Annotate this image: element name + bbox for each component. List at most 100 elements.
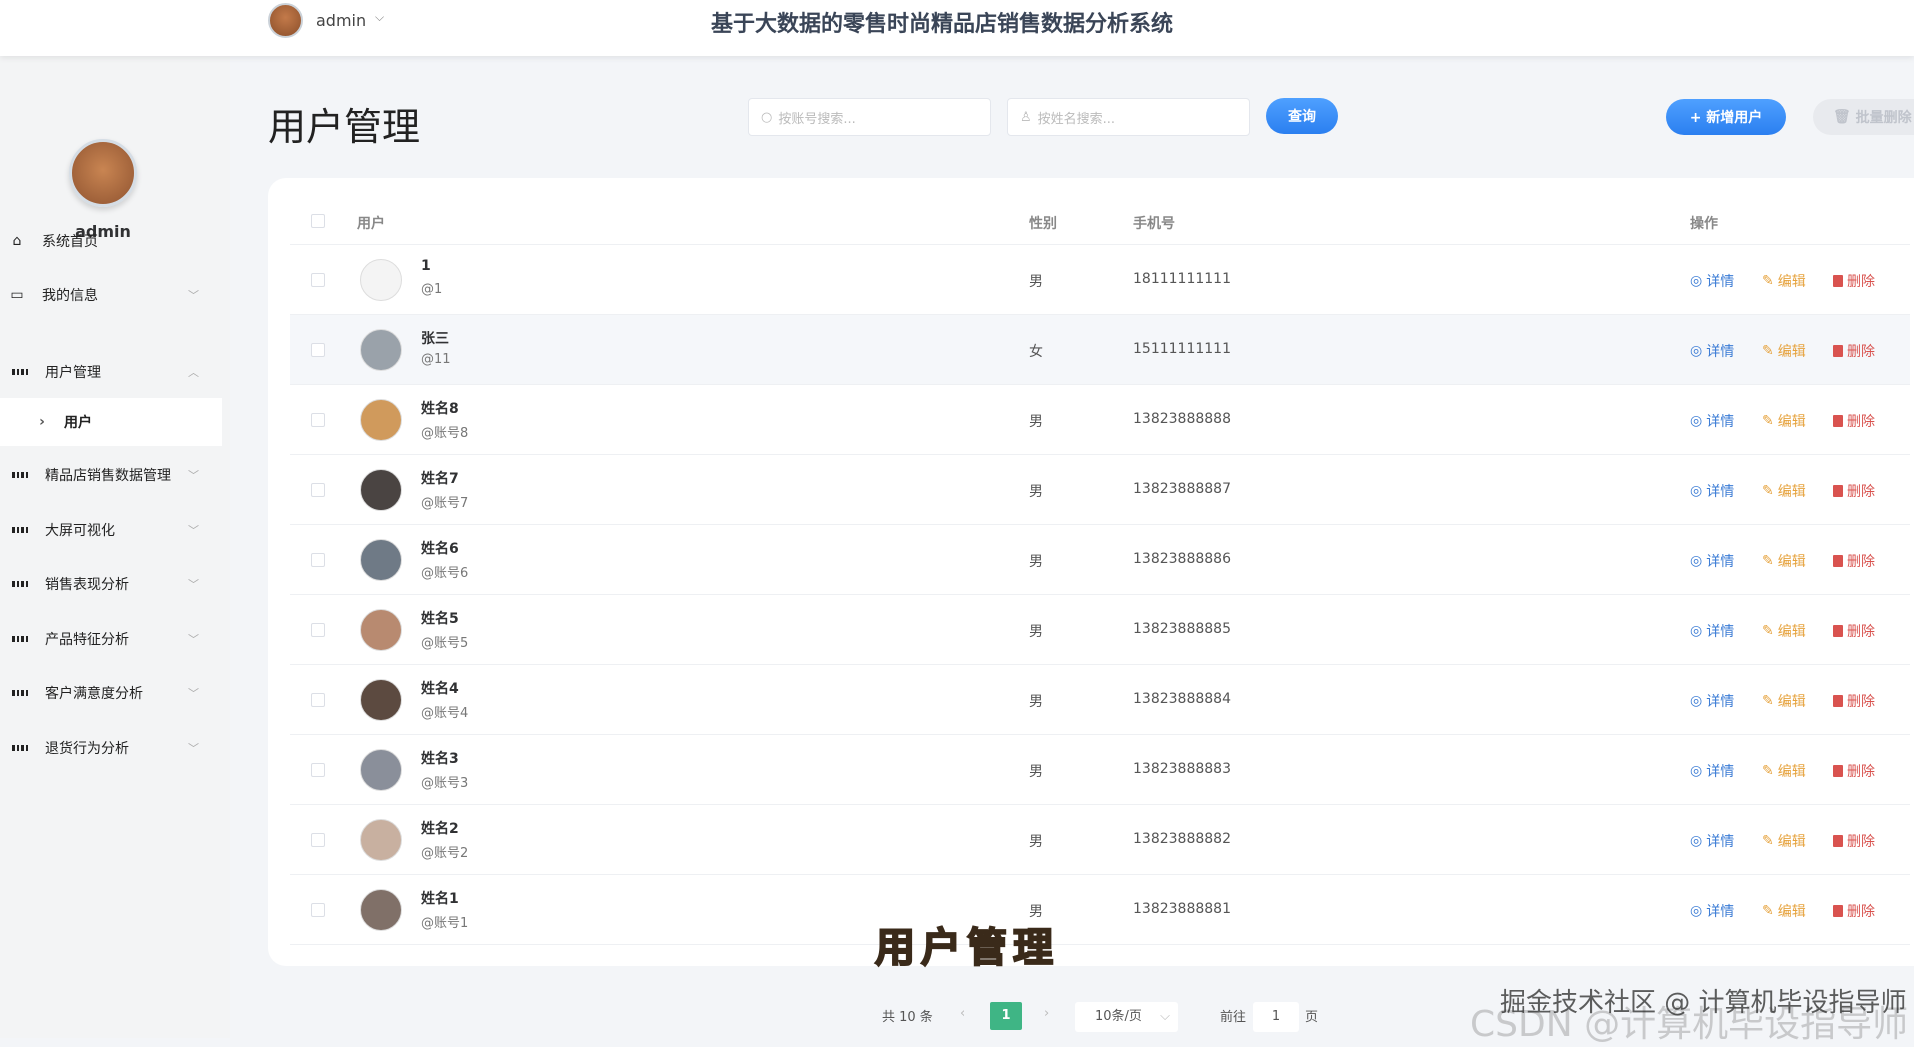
row-checkbox[interactable] [311,343,325,357]
detail-button[interactable]: ◎详情 [1690,481,1734,501]
delete-button[interactable]: 删除 [1833,621,1875,641]
goto-label: 前往 [1220,1006,1246,1025]
eye-icon: ◎ [1690,483,1702,499]
chevron-right-icon: › [34,414,50,430]
edit-label: 编辑 [1778,481,1806,501]
sidebar-item-0[interactable]: ⌂系统首页 [0,217,222,265]
detail-button[interactable]: ◎详情 [1690,691,1734,711]
delete-button[interactable]: 删除 [1833,271,1875,291]
sidebar-item-3[interactable]: ›用户 [0,398,222,446]
detail-button[interactable]: ◎详情 [1690,411,1734,431]
user-name: 姓名2 [421,818,459,838]
chevron-down-icon: ﹀ [188,522,199,538]
page-suffix: 页 [1305,1006,1318,1025]
select-all-checkbox[interactable] [311,214,325,228]
user-account: @账号3 [421,772,468,791]
row-checkbox[interactable] [311,483,325,497]
sidebar-item-label: 销售表现分析 [45,574,129,594]
chevron-down-icon: ﹀ [188,631,199,647]
pencil-icon: ✎ [1762,413,1774,429]
sidebar-item-1[interactable]: ▭我的信息﹀ [0,271,222,319]
row-checkbox[interactable] [311,903,325,917]
row-checkbox[interactable] [311,623,325,637]
delete-button[interactable]: 删除 [1833,481,1875,501]
grid-icon [12,522,28,538]
edit-button[interactable]: ✎编辑 [1762,831,1806,851]
delete-button[interactable]: 删除 [1833,411,1875,431]
add-user-button[interactable]: + 新增用户 [1666,99,1786,135]
delete-button[interactable]: 删除 [1833,691,1875,711]
detail-label: 详情 [1706,551,1734,571]
trash-icon [1833,415,1843,427]
grid-icon [12,467,28,483]
row-checkbox[interactable] [311,833,325,847]
table-row: 姓名3@账号3男13823888883◎详情✎编辑删除 [290,735,1910,805]
user-account: @账号4 [421,702,468,721]
delete-button[interactable]: 删除 [1833,761,1875,781]
detail-button[interactable]: ◎详情 [1690,901,1734,921]
row-checkbox[interactable] [311,273,325,287]
user-gender: 男 [1029,271,1043,291]
avatar [360,749,402,791]
detail-button[interactable]: ◎详情 [1690,341,1734,361]
row-checkbox[interactable] [311,413,325,427]
user-phone: 13823888887 [1133,481,1231,497]
detail-button[interactable]: ◎详情 [1690,761,1734,781]
sidebar-item-8[interactable]: 客户满意度分析﹀ [0,669,222,717]
edit-button[interactable]: ✎编辑 [1762,621,1806,641]
user-gender: 男 [1029,551,1043,571]
edit-button[interactable]: ✎编辑 [1762,691,1806,711]
sidebar-item-5[interactable]: 大屏可视化﹀ [0,506,222,554]
batch-delete-label: 批量删除 [1856,107,1912,127]
detail-button[interactable]: ◎详情 [1690,831,1734,851]
edit-label: 编辑 [1778,411,1806,431]
search-account-input[interactable]: ○按账号搜索... [748,98,991,136]
user-account: @11 [421,352,451,367]
col-header-ops: 操作 [1690,213,1718,233]
edit-button[interactable]: ✎编辑 [1762,761,1806,781]
user-name: 1 [421,258,431,274]
sidebar-item-label: 用户管理 [45,362,101,382]
pencil-icon: ✎ [1762,903,1774,919]
edit-button[interactable]: ✎编辑 [1762,271,1806,291]
delete-label: 删除 [1847,901,1875,921]
row-checkbox[interactable] [311,553,325,567]
detail-label: 详情 [1706,411,1734,431]
edit-button[interactable]: ✎编辑 [1762,411,1806,431]
detail-button[interactable]: ◎详情 [1690,271,1734,291]
edit-button[interactable]: ✎编辑 [1762,481,1806,501]
sidebar-item-9[interactable]: 退货行为分析﹀ [0,724,222,772]
search-name-input[interactable]: ♙按姓名搜索... [1007,98,1250,136]
goto-page-input[interactable]: 1 [1253,1002,1299,1032]
query-button[interactable]: 查询 [1266,98,1338,134]
edit-button[interactable]: ✎编辑 [1762,341,1806,361]
user-account: @账号5 [421,632,468,651]
sidebar-item-6[interactable]: 销售表现分析﹀ [0,560,222,608]
row-checkbox[interactable] [311,763,325,777]
detail-label: 详情 [1706,271,1734,291]
prev-page-button[interactable]: ‹ [960,1006,965,1021]
page-size-select[interactable]: 10条/页⌵ [1075,1002,1178,1032]
row-checkbox[interactable] [311,693,325,707]
user-name: 姓名1 [421,888,459,908]
delete-button[interactable]: 删除 [1833,551,1875,571]
detail-button[interactable]: ◎详情 [1690,551,1734,571]
edit-button[interactable]: ✎编辑 [1762,901,1806,921]
search-icon: ○ [761,110,772,125]
batch-delete-button[interactable]: 🗑 批量删除 [1813,99,1914,135]
sidebar-item-4[interactable]: 精品店销售数据管理﹀ [0,451,222,499]
table-row: 1@1男18111111111◎详情✎编辑删除 [290,245,1910,315]
detail-button[interactable]: ◎详情 [1690,621,1734,641]
edit-label: 编辑 [1778,551,1806,571]
eye-icon: ◎ [1690,763,1702,779]
edit-button[interactable]: ✎编辑 [1762,551,1806,571]
page-1-button[interactable]: 1 [990,1002,1022,1030]
sidebar-item-7[interactable]: 产品特征分析﹀ [0,615,222,663]
delete-button[interactable]: 删除 [1833,831,1875,851]
delete-button[interactable]: 删除 [1833,901,1875,921]
edit-label: 编辑 [1778,901,1806,921]
delete-button[interactable]: 删除 [1833,341,1875,361]
next-page-button[interactable]: › [1044,1006,1049,1021]
user-phone: 13823888884 [1133,691,1231,707]
sidebar-item-2[interactable]: 用户管理︿ [0,348,222,396]
